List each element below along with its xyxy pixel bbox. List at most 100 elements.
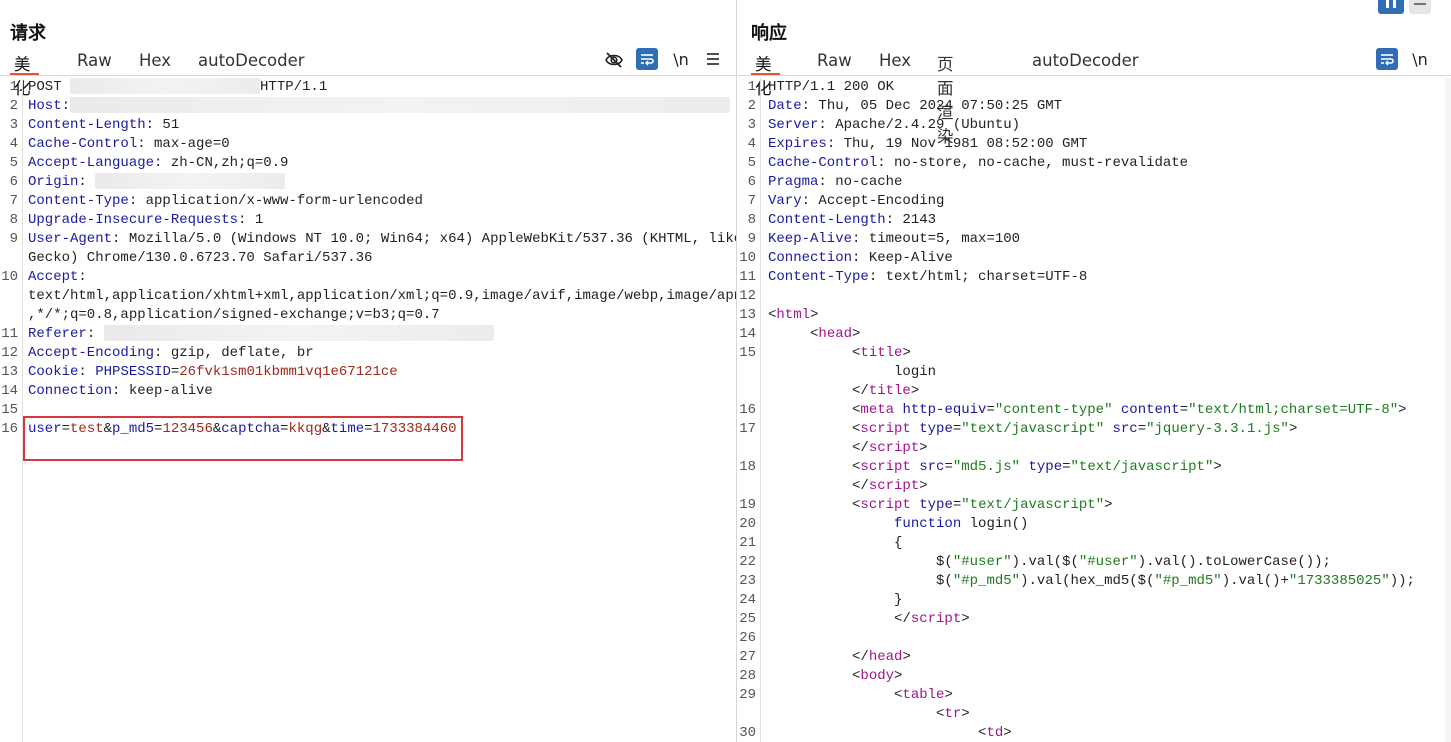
code-token: Upgrade-Insecure-Requests (28, 212, 239, 228)
line-content: Referer: (28, 325, 494, 344)
line-number: 2 (9, 98, 18, 114)
newline-icon[interactable]: \n (670, 48, 692, 70)
code-token: content (1120, 402, 1180, 418)
code-token: Content-Type (28, 193, 129, 209)
code-token: > (961, 611, 970, 627)
code-token: > (902, 345, 911, 361)
line-content: Content-Type: application/x-www-form-url… (28, 192, 423, 211)
wrap-icon[interactable] (1376, 48, 1398, 70)
code-token: = (170, 364, 180, 380)
tab-response-3[interactable]: 页面渲染 (937, 48, 954, 146)
line-number: 10 (1, 269, 18, 285)
line-number: 2 (747, 98, 756, 114)
line-number: 9 (747, 231, 756, 247)
line-content: login (768, 363, 936, 382)
line-number: 24 (739, 592, 756, 608)
code-token: "text/javascript" (961, 497, 1105, 513)
response-editor[interactable]: 1 HTTP/1.1 200 OK 2 Date: Thu, 05 Dec 2024 … (738, 78, 1451, 742)
code-token: Keep-Alive (768, 231, 853, 247)
line-number: 17 (739, 421, 756, 437)
request-tab-divider (0, 75, 736, 76)
line-content: Host: (28, 97, 731, 116)
code-token: "1733385025" (1288, 573, 1390, 589)
code-token: PHPSESSID (95, 364, 171, 380)
code-token: Date (768, 98, 802, 114)
code-token: : zh-CN,zh;q=0.9 (154, 155, 289, 171)
code-token: script (860, 459, 911, 475)
line-number: 11 (739, 269, 756, 285)
code-token: </ (768, 649, 869, 665)
tab-request-1[interactable]: Raw (77, 48, 112, 76)
code-token: head (868, 649, 903, 665)
code-token: > (1003, 725, 1012, 741)
code-token: Expires (768, 136, 827, 152)
code-token: = (1137, 421, 1147, 437)
code-token: script (910, 611, 962, 627)
code-token: : text/html; charset=UTF-8 (868, 269, 1088, 285)
newline-icon[interactable]: \n (1409, 48, 1431, 70)
request-title: 请求 (10, 23, 46, 44)
line-number: 4 (747, 136, 756, 152)
code-token: < (768, 668, 861, 684)
line-number: 16 (739, 402, 756, 418)
code-token: body (860, 668, 895, 684)
line-number: 6 (9, 174, 18, 190)
line-number: 23 (739, 573, 756, 589)
code-token: = (952, 497, 962, 513)
line-number: 13 (1, 364, 18, 380)
code-token: Host (28, 98, 62, 114)
code-token: < (768, 687, 903, 703)
line-content: Vary: Accept-Encoding (768, 192, 944, 211)
menu-icon[interactable] (702, 48, 724, 70)
response-title: 响应 (751, 23, 787, 44)
code-token: : (78, 174, 96, 190)
code-token: Content-Length (28, 117, 146, 133)
line-number: 13 (739, 307, 756, 323)
code-token: = (1179, 402, 1189, 418)
code-token: Pragma (768, 174, 819, 190)
code-token: < (768, 402, 861, 418)
line-content: <script type="text/javascript"> (768, 496, 1113, 515)
line-content: Server: Apache/2.4.29 (Ubuntu) (768, 116, 1020, 135)
code-token: meta (860, 402, 895, 418)
line-number: 21 (739, 535, 756, 551)
response-scrollbar[interactable] (1445, 78, 1451, 742)
code-token: Cache-Control (768, 155, 878, 171)
tab-request-3[interactable]: autoDecoder (198, 48, 305, 76)
code-token: ).val()+ (1221, 573, 1289, 589)
code-token: "md5.js" (952, 459, 1021, 475)
code-token: : (61, 98, 71, 114)
layout-rows-icon[interactable] (1409, 0, 1431, 14)
code-token: > (810, 307, 819, 323)
layout-split-icon[interactable] (1378, 0, 1404, 14)
code-token: Connection (768, 250, 853, 266)
line-content: Content-Type: text/html; charset=UTF-8 (768, 268, 1087, 287)
line-number: 7 (9, 193, 18, 209)
tab-response-1[interactable]: Raw (817, 48, 852, 76)
code-token: : no-store, no-cache, must-revalidate (877, 155, 1189, 171)
request-editor[interactable]: 1 POST HTTP/1.1 2 Host: 3 Content-Length: 51 4… (0, 78, 736, 742)
tab-request-0[interactable]: 美化 (10, 48, 38, 98)
code-token: script (868, 478, 920, 494)
line-number: 4 (9, 136, 18, 152)
code-token: < (768, 421, 861, 437)
code-token: < (768, 706, 945, 722)
tab-response-0[interactable]: 美化 (751, 48, 779, 98)
code-token: Cache-Control (28, 136, 138, 152)
response-pane: 响应 美化 Raw Hex 页面渲染 autoDecoder \n 1 HTTP/1.1 … (738, 0, 1451, 742)
eye-off-icon[interactable] (603, 49, 625, 71)
code-token: </ (768, 383, 869, 399)
line-number: 18 (739, 459, 756, 475)
code-token: type (919, 421, 953, 437)
wrap-icon[interactable] (636, 48, 658, 70)
code-token: login() (961, 516, 1029, 532)
request-gutter (22, 78, 23, 742)
code-token: 26fvk1sm01kbmm1vq1e67121ce (179, 364, 398, 380)
tab-response-2[interactable]: Hex (879, 48, 911, 76)
tab-response-4[interactable]: autoDecoder (1032, 48, 1139, 76)
line-number: 16 (1, 421, 18, 437)
tab-request-2[interactable]: Hex (139, 48, 171, 76)
line-content: <head> (768, 325, 860, 344)
